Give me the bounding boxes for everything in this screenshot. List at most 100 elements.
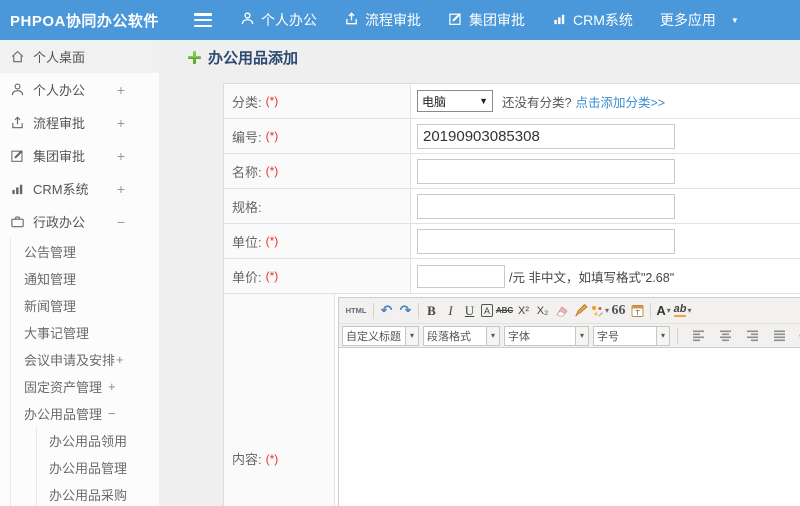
- align-left-button[interactable]: [689, 326, 708, 346]
- sidebar-item-label: 办公用品采购: [49, 488, 128, 503]
- expand-toggle[interactable]: +: [116, 352, 124, 367]
- sidebar-item-admin-office[interactable]: 行政办公 −: [0, 205, 159, 238]
- nav-crm-system[interactable]: CRM系统: [552, 10, 633, 30]
- price-input[interactable]: [417, 264, 505, 288]
- expand-toggle[interactable]: +: [117, 82, 125, 98]
- field-label: 内容: (*): [224, 294, 335, 506]
- blockquote-button[interactable]: 66: [609, 301, 628, 321]
- expand-toggle[interactable]: +: [117, 115, 125, 131]
- caret-down-icon: ▾: [405, 326, 418, 345]
- sidebar-item-crm-system[interactable]: CRM系统 +: [0, 172, 159, 205]
- nav-process-approval[interactable]: 流程审批: [344, 10, 421, 30]
- nav-more-apps[interactable]: 更多应用 ▼: [660, 10, 739, 30]
- font-color-button[interactable]: A ▾: [654, 301, 673, 321]
- highlight-color-button[interactable]: ab ▾: [673, 301, 692, 321]
- required-mark: (*): [265, 234, 279, 248]
- no-category-hint: 还没有分类?: [502, 95, 572, 110]
- sidebar-item-notice-mgmt[interactable]: 通知管理: [24, 265, 159, 292]
- unit-input[interactable]: [417, 228, 675, 254]
- clipboard-icon: T: [631, 305, 644, 317]
- eraser-icon: [556, 306, 568, 317]
- required-mark: (*): [265, 129, 279, 143]
- caret-down-icon: ▾: [575, 326, 588, 345]
- paint-brush-button[interactable]: [571, 301, 590, 321]
- field-label: 单位: (*): [224, 224, 411, 258]
- subscript-button[interactable]: X₂: [533, 301, 552, 321]
- align-right-button[interactable]: [743, 326, 762, 346]
- nav-group-approval[interactable]: 集团审批: [448, 10, 525, 30]
- source-code-button[interactable]: HTML: [342, 301, 370, 321]
- sidebar-item-label: 办公用品管理: [49, 461, 128, 476]
- supplies-add-form: 分类:(*) 电脑 ▼ 还没有分类? 点击添加分类>> 编号:(*) 名称:(*…: [223, 83, 800, 506]
- custom-heading-select[interactable]: 自定义标题 ▾: [342, 325, 419, 346]
- approval-flow-icon: [9, 115, 25, 131]
- select-caret-icon: ▼: [479, 96, 488, 106]
- collapse-toggle[interactable]: −: [108, 406, 116, 421]
- bold-button[interactable]: B: [422, 301, 441, 321]
- sidebar-item-label: 个人桌面: [33, 50, 86, 65]
- sidebar-item-label: 集团审批: [33, 149, 86, 164]
- align-center-button[interactable]: [716, 326, 735, 346]
- edit-square-icon: [448, 11, 463, 29]
- sidebar-item-process-approval[interactable]: 流程审批 +: [0, 106, 159, 139]
- sidebar-item-announcement-mgmt[interactable]: 公告管理: [24, 238, 159, 265]
- required-mark: (*): [265, 451, 279, 466]
- expand-toggle[interactable]: +: [108, 379, 116, 394]
- paste-text-button[interactable]: T: [628, 301, 647, 321]
- menu-hamburger-icon[interactable]: [194, 13, 212, 27]
- strikethrough-button[interactable]: ABC: [495, 301, 514, 321]
- app-window: PHPOA协同办公软件 个人办公 流程审批 集团审批 CRM系统 更多应用 ▼ …: [0, 0, 800, 506]
- auto-typeset-button[interactable]: ▾: [590, 301, 609, 321]
- sidebar-item-label: 流程审批: [33, 116, 86, 131]
- nav-personal-office[interactable]: 个人办公: [240, 10, 317, 30]
- bar-chart-icon: [552, 11, 567, 29]
- spec-input[interactable]: [417, 193, 675, 219]
- nav-label: 集团审批: [469, 12, 525, 28]
- superscript-button[interactable]: X²: [514, 301, 533, 321]
- paragraph-format-select[interactable]: 段落格式 ▾: [423, 325, 500, 346]
- expand-toggle[interactable]: +: [117, 148, 125, 164]
- add-category-link[interactable]: 点击添加分类>>: [575, 92, 665, 111]
- top-navbar: PHPOA协同办公软件 个人办公 流程审批 集团审批 CRM系统 更多应用 ▼: [0, 0, 800, 40]
- name-input[interactable]: [417, 158, 675, 184]
- category-select[interactable]: 电脑 ▼: [417, 90, 493, 112]
- sidebar-item-supplies-requisition[interactable]: 办公用品领用: [49, 427, 159, 454]
- redo-button[interactable]: ↷: [396, 301, 415, 321]
- edit-square-icon: [9, 148, 25, 164]
- sidebar-item-fixed-assets-mgmt[interactable]: 固定资产管理 +: [24, 373, 159, 400]
- italic-button[interactable]: I: [441, 301, 460, 321]
- nav-label: 个人办公: [261, 12, 317, 28]
- form-row-unit: 单位: (*): [224, 224, 800, 259]
- sidebar-item-meeting-request[interactable]: 会议申请及安排 +: [24, 346, 159, 373]
- sidebar-item-supplies-management[interactable]: 办公用品管理: [49, 454, 159, 481]
- remove-format-button[interactable]: [552, 301, 571, 321]
- collapse-toggle[interactable]: −: [117, 214, 125, 230]
- sidebar-item-group-approval[interactable]: 集团审批 +: [0, 139, 159, 172]
- sidebar-item-supplies-purchase[interactable]: 办公用品采购: [49, 481, 159, 506]
- nav-label: 流程审批: [365, 12, 421, 28]
- sidebar-item-label: 行政办公: [33, 215, 86, 230]
- caret-down-icon: ▾: [666, 306, 671, 315]
- undo-button[interactable]: ↶: [377, 301, 396, 321]
- editor-content-area[interactable]: [339, 348, 800, 506]
- font-size-select[interactable]: 字号 ▾: [593, 325, 670, 346]
- code-input[interactable]: [417, 123, 675, 149]
- sidebar-item-personal-office[interactable]: 个人办公 +: [0, 73, 159, 106]
- expand-toggle[interactable]: +: [117, 181, 125, 197]
- font-box-button[interactable]: A: [481, 304, 494, 317]
- form-row-price: 单价: (*) /元 非中文，如填写格式"2.68": [224, 259, 800, 294]
- sidebar-item-memorabilia-mgmt[interactable]: 大事记管理: [24, 319, 159, 346]
- font-family-select[interactable]: 字体 ▾: [504, 325, 589, 346]
- sidebar-item-personal-desktop[interactable]: 个人桌面: [0, 40, 159, 73]
- sidebar-item-office-supplies-mgmt[interactable]: 办公用品管理 −: [24, 400, 159, 427]
- align-justify-icon: [774, 330, 785, 342]
- required-mark: (*): [265, 94, 279, 108]
- underline-button[interactable]: U: [460, 301, 479, 321]
- caret-down-icon: ▾: [486, 326, 499, 345]
- sidebar-item-label: 新闻管理: [24, 299, 77, 314]
- align-justify-button[interactable]: [770, 326, 789, 346]
- toolbar-separator: [677, 327, 678, 344]
- align-left-icon: [693, 330, 704, 342]
- sidebar-item-news-mgmt[interactable]: 新闻管理: [24, 292, 159, 319]
- page-title-text: 办公用品添加: [208, 50, 299, 67]
